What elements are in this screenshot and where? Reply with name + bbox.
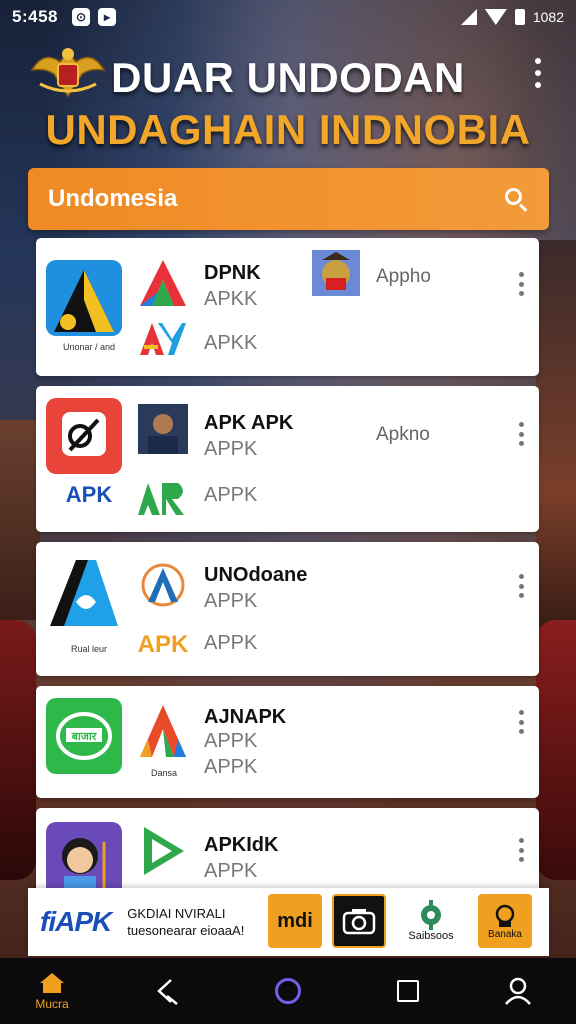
- app-card[interactable]: Rual leur APK UNOdoane APPK APPK: [36, 542, 539, 676]
- search-label: Undomesia: [48, 185, 178, 212]
- wifi-icon: [484, 9, 507, 25]
- ad-tile-banaka-label: Banaka: [488, 928, 522, 940]
- app-subtitle-2: APPK: [204, 484, 258, 506]
- background-car-right: [536, 620, 576, 880]
- overflow-menu-icon[interactable]: [528, 58, 548, 88]
- circle-a-icon: [138, 560, 188, 610]
- app-name: DPNK: [204, 262, 261, 284]
- ad-text: GKDIAI NVIRALI tuesonearar eioaaA!: [127, 905, 244, 939]
- app-name: APK APK: [204, 412, 294, 434]
- gear-icon: [421, 900, 441, 930]
- app-card[interactable]: Unonar / and DPNK APKK APKK Appho: [36, 238, 539, 376]
- recents-square-icon: [397, 980, 419, 1002]
- search-bar[interactable]: Undomesia: [28, 168, 549, 230]
- background-building-left: [0, 420, 40, 620]
- app-subtitle-2: APPK: [204, 632, 258, 654]
- app-main-icon[interactable]: [46, 260, 122, 336]
- person-photo-icon: [138, 404, 188, 454]
- nav-profile[interactable]: [488, 958, 548, 1024]
- ad-line-2: tuesonearar eioaaA!: [127, 923, 245, 938]
- letter-a-icon: [138, 258, 188, 308]
- app-extra-label: Apkno: [376, 424, 430, 445]
- ad-tile-banaka[interactable]: Banaka: [478, 894, 532, 948]
- more-options-icon[interactable]: [517, 838, 525, 862]
- app-header: DUAR UNDODAN UNDAGHAIN INDNOBIA: [0, 40, 576, 160]
- ay-logo-icon: [138, 314, 188, 364]
- battery-icon: [514, 9, 525, 25]
- bottom-nav: Mucra: [0, 958, 576, 1024]
- app-card[interactable]: APKIdK APPK: [36, 808, 539, 898]
- nav-home[interactable]: Mucra: [22, 958, 82, 1024]
- battery-text: 1082: [532, 9, 564, 25]
- svg-text:बाजार: बाजार: [71, 731, 97, 743]
- assistant-circle-icon: [275, 978, 301, 1004]
- more-options-icon[interactable]: [517, 272, 525, 296]
- nav-assistant[interactable]: [258, 958, 318, 1024]
- mascot-thumbnail-icon: [312, 250, 360, 296]
- more-options-icon[interactable]: [517, 574, 525, 598]
- signal-icon: [460, 9, 477, 25]
- ad-tile-sabsoos[interactable]: Saibsoos: [398, 894, 464, 948]
- ad-tile-sabsoos-label: Saibsoos: [408, 930, 454, 942]
- nav-recents[interactable]: [378, 958, 438, 1024]
- header-title: DUAR UNDODAN: [111, 54, 465, 101]
- ad-tile-mdi[interactable]: mdi: [268, 894, 322, 948]
- app-card[interactable]: APK APK APK APPK APPK Apkno: [36, 386, 539, 532]
- app-main-icon[interactable]: [46, 558, 122, 634]
- app-subtitle: APPK: [204, 730, 258, 752]
- camera-icon[interactable]: [332, 894, 386, 948]
- app-main-caption: Unonar / and: [62, 342, 116, 352]
- app-card[interactable]: बाजार Dansa AJNAPK APPK APPK: [36, 686, 539, 798]
- app-main-caption: Rual leur: [70, 644, 108, 654]
- status-time: 5:458: [12, 7, 58, 26]
- app-subtitle-2: APKK: [204, 332, 258, 354]
- background-car-left: [0, 620, 36, 880]
- ad-logo: fiAPK: [40, 906, 112, 937]
- app-name: UNOdoane: [204, 564, 308, 586]
- search-icon[interactable]: [503, 186, 529, 212]
- app-subtitle: APPK: [204, 860, 258, 882]
- app-subtitle: APPK: [204, 438, 258, 460]
- profile-icon: [505, 977, 531, 1005]
- apk-green-logo-icon: [138, 474, 188, 524]
- app-main-icon[interactable]: [46, 822, 122, 898]
- app-name: APKIdK: [204, 834, 279, 856]
- header-subtitle: UNDAGHAIN INDNOBIA: [45, 106, 531, 153]
- app-main-icon[interactable]: बाजार: [46, 698, 122, 774]
- app-subtitle: APPK: [204, 590, 258, 612]
- app-icon: ▸: [97, 8, 116, 26]
- multicolor-a-icon: [138, 705, 188, 757]
- mascot-icon: [495, 904, 515, 927]
- app-main-caption: Dansa: [150, 768, 177, 778]
- app-main-icon[interactable]: [46, 398, 122, 474]
- app-name: AJNAPK: [204, 706, 287, 728]
- notification-icon: ⊙: [71, 8, 90, 26]
- background-building-right: [536, 240, 576, 660]
- app-main-caption: APK: [65, 482, 113, 507]
- ad-line-1: GKDIAI NVIRALI: [127, 906, 226, 921]
- more-options-icon[interactable]: [517, 422, 525, 446]
- home-icon: [40, 973, 64, 993]
- ad-banner[interactable]: fiAPK GKDIAI NVIRALI tuesonearar eioaaA!…: [28, 888, 549, 956]
- app-extra-label: Appho: [376, 266, 431, 287]
- nav-back[interactable]: [136, 958, 196, 1024]
- nav-home-label: Mucra: [35, 997, 69, 1011]
- back-icon: [157, 979, 178, 1005]
- app-subtitle-2: APPK: [204, 756, 258, 778]
- status-bar: 5:458 ⊙ ▸ 1082: [0, 0, 576, 34]
- ad-tile-mdi-text: mdi: [277, 909, 313, 932]
- more-options-icon[interactable]: [517, 710, 525, 734]
- app-subtitle: APKK: [204, 288, 258, 310]
- apk-orange-logo-icon: APK: [137, 631, 189, 658]
- play-triangle-icon: [138, 826, 188, 876]
